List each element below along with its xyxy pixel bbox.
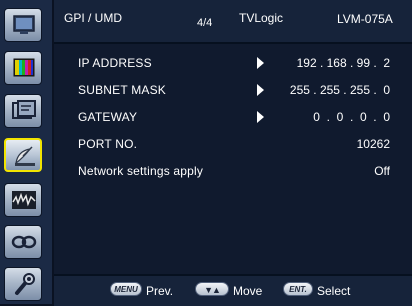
waveform-icon: [12, 191, 36, 209]
setup-menu-button[interactable]: [4, 267, 42, 301]
right-arrow-icon: [257, 84, 264, 96]
key-guide-footer: MENU Prev. ▼▲ Move ENT. Select: [54, 274, 412, 306]
setting-label: SUBNET MASK: [78, 83, 166, 97]
select-hint: Select: [317, 284, 351, 298]
up-down-key-icon: ▼▲: [195, 282, 229, 296]
monitor-menu-button[interactable]: [4, 8, 42, 42]
loop-menu-button[interactable]: [4, 225, 42, 259]
color-bars-icon: [13, 58, 35, 77]
satellite-dish-icon: [15, 146, 35, 166]
setting-row-subnet-mask[interactable]: SUBNET MASK 255 . 255 . 255 . 0: [54, 78, 404, 102]
setting-label: IP ADDRESS: [78, 56, 152, 70]
menu-key-icon: MENU: [110, 282, 142, 296]
setting-label: GATEWAY: [78, 110, 138, 124]
network-menu-button[interactable]: [4, 138, 42, 172]
osd-screen: GPI / UMD 4/4 TVLogic LVM-075A IP ADDRES…: [0, 0, 412, 306]
right-arrow-icon: [257, 57, 264, 69]
setting-value: 192 . 168 . 99 . 2: [296, 56, 390, 70]
prev-hint: Prev.: [146, 284, 174, 298]
setting-row-gateway[interactable]: GATEWAY 0 . 0 . 0 . 0: [54, 105, 404, 129]
scope-menu-button[interactable]: [4, 183, 42, 217]
brand-name: TVLogic: [239, 11, 284, 25]
setting-value: 0 . 0 . 0 . 0: [313, 110, 390, 124]
setting-value: Off: [374, 164, 390, 178]
color-menu-button[interactable]: [4, 51, 42, 85]
enter-key-icon: ENT.: [283, 282, 313, 296]
loop-icon: [11, 235, 37, 249]
right-arrow-icon: [257, 111, 264, 123]
monitor-icon: [13, 15, 35, 34]
display-settings-icon: [12, 100, 36, 119]
setting-value: 10262: [356, 137, 390, 151]
menu-sidebar: [0, 0, 54, 304]
wrench-icon: [15, 273, 35, 295]
model-name: LVM-075A: [337, 12, 393, 26]
display-menu-button[interactable]: [4, 94, 42, 128]
page-indicator: 4/4: [197, 17, 213, 29]
setting-row-ip-address[interactable]: IP ADDRESS 192 . 168 . 99 . 2: [54, 51, 404, 75]
setting-row-port-no[interactable]: PORT NO. 10262: [54, 132, 404, 156]
menu-header: GPI / UMD 4/4 TVLogic LVM-075A: [54, 0, 412, 44]
setting-row-network-apply[interactable]: Network settings apply Off: [54, 159, 404, 183]
setting-value: 255 . 255 . 255 . 0: [289, 83, 390, 97]
setting-label: Network settings apply: [78, 164, 204, 178]
setting-label: PORT NO.: [78, 137, 138, 151]
move-hint: Move: [233, 284, 263, 298]
menu-title: GPI / UMD: [64, 11, 123, 25]
settings-panel: IP ADDRESS 192 . 168 . 99 . 2 SUBNET MAS…: [54, 44, 412, 272]
